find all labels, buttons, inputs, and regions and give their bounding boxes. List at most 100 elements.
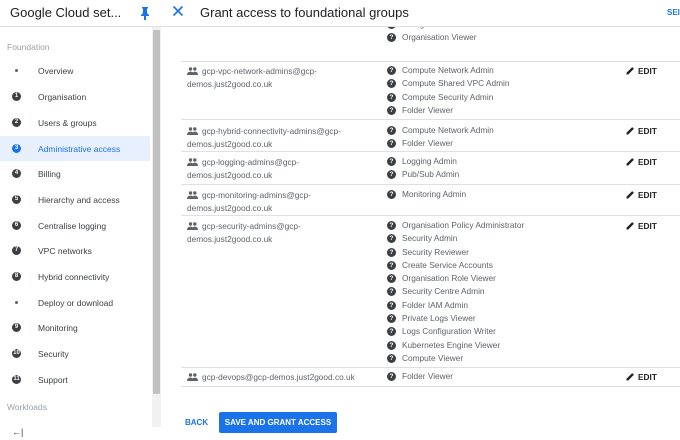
sidebar-item[interactable]: 1 Organisation xyxy=(0,84,150,109)
sidebar-title: Google Cloud set... xyxy=(10,5,122,20)
bullet-icon xyxy=(15,301,18,304)
group-icon xyxy=(187,157,198,166)
sidebar-item[interactable]: 2 Users & groups xyxy=(0,110,150,135)
sidebar-item[interactable]: 7 VPC networks xyxy=(0,238,150,263)
row-divider xyxy=(181,151,680,152)
step-number-badge: 9 xyxy=(12,323,21,332)
role-name: Security Reviewer xyxy=(402,246,469,257)
sidebar-item-label: Security xyxy=(38,348,69,359)
role-item: ? Compute Security Admin xyxy=(387,91,607,104)
role-name: Security Centre Admin xyxy=(402,286,485,297)
sidebar-item[interactable]: 3 Administrative access xyxy=(0,136,150,161)
sidebar-item-label: Hierarchy and access xyxy=(38,194,120,205)
edit-label: EDIT xyxy=(638,221,657,231)
role-item: ? Compute Network Admin xyxy=(387,124,607,137)
edit-button[interactable]: EDIT xyxy=(626,157,657,167)
pencil-icon xyxy=(626,372,638,382)
help-icon[interactable]: ? xyxy=(387,314,396,324)
edit-label: EDIT xyxy=(638,372,657,382)
sidebar-item[interactable]: 6 Centralise logging xyxy=(0,213,150,238)
role-name: Security Admin xyxy=(402,233,458,244)
sidebar-item[interactable]: 5 Hierarchy and access xyxy=(0,187,150,212)
role-name: Organisation Viewer xyxy=(402,32,477,43)
row-divider xyxy=(181,367,680,368)
help-icon[interactable]: ? xyxy=(387,66,396,75)
group-email: gcp-vpc-network-admins@gcp-demos.just2go… xyxy=(187,65,377,91)
sidebar-item[interactable]: Overview xyxy=(0,58,150,83)
sidebar-item-label: Users & groups xyxy=(38,117,97,128)
sidebar-item-label: Deploy or download xyxy=(38,297,114,308)
group-email: gcp-hybrid-connectivity-admins@gcp-demos… xyxy=(187,125,377,151)
edit-button[interactable]: EDIT xyxy=(626,126,657,136)
help-icon[interactable]: ? xyxy=(387,157,396,166)
help-icon[interactable]: ? xyxy=(387,260,396,270)
sidebar-header: Google Cloud set... xyxy=(0,0,161,27)
collapse-sidebar-icon[interactable]: ←| xyxy=(12,427,23,437)
step-number-badge: 3 xyxy=(12,144,21,153)
help-icon[interactable]: ? xyxy=(387,353,396,363)
help-icon[interactable]: ? xyxy=(387,79,396,89)
edit-button[interactable]: EDIT xyxy=(626,372,657,382)
section-foundation: Foundation xyxy=(7,42,50,52)
sidebar-item[interactable]: 10 Security xyxy=(0,341,150,366)
help-icon[interactable]: ? xyxy=(387,340,396,350)
back-button[interactable]: BACK xyxy=(185,418,208,427)
sidebar-item[interactable]: 11 Support xyxy=(0,367,150,392)
sidebar-item-label: Administrative access xyxy=(38,143,121,154)
help-icon[interactable]: ? xyxy=(387,234,396,244)
help-icon[interactable]: ? xyxy=(387,126,396,135)
pin-icon[interactable] xyxy=(139,6,151,20)
role-name: Private Logs Viewer xyxy=(402,313,476,324)
role-name: Compute Network Admin xyxy=(402,65,494,75)
edit-button[interactable]: EDIT xyxy=(626,221,657,231)
section-workloads: Workloads xyxy=(7,402,47,412)
role-item: ? Security Centre Admin xyxy=(387,285,607,298)
role-name: Create Service Accounts xyxy=(402,259,493,270)
role-name: Folder Viewer xyxy=(402,371,454,381)
role-name: Monitoring Admin xyxy=(402,189,467,199)
row-divider xyxy=(181,61,680,62)
role-item: ? Organisation Viewer xyxy=(387,31,607,44)
help-icon[interactable]: ? xyxy=(387,170,396,180)
role-item: ? Folder Viewer xyxy=(387,370,607,383)
role-name: Compute Shared VPC Admin xyxy=(402,78,510,89)
edit-button[interactable]: EDIT xyxy=(626,190,657,200)
sidebar-scrollbar-thumb[interactable] xyxy=(153,30,160,394)
group-icon xyxy=(187,66,198,75)
help-icon[interactable]: ? xyxy=(387,327,396,337)
help-icon[interactable]: ? xyxy=(387,221,396,230)
role-list: ? Organisation Policy Administrator? Secur… xyxy=(387,219,607,365)
role-item: ? Organisation Role Viewer xyxy=(387,272,607,285)
help-icon[interactable]: ? xyxy=(387,247,396,257)
help-icon[interactable]: ? xyxy=(387,139,396,149)
sidebar-item[interactable]: 9 Monitoring xyxy=(0,315,150,340)
sidebar-item-label: Centralise logging xyxy=(38,220,107,231)
sidebar-item[interactable]: 8 Hybrid connectivity xyxy=(0,264,150,289)
step-number-badge: 4 xyxy=(12,169,21,178)
help-icon[interactable]: ? xyxy=(387,372,396,381)
role-item: ? Private Logs Viewer xyxy=(387,312,607,325)
group-email: gcp-devops@gcp-demos.just2good.co.uk xyxy=(187,371,377,384)
sidebar-item[interactable]: Deploy or download xyxy=(0,290,150,315)
help-icon[interactable]: ? xyxy=(387,105,396,115)
sidebar-item-label: Organisation xyxy=(38,91,87,102)
sidebar-item-label: Hybrid connectivity xyxy=(38,271,110,282)
pencil-icon xyxy=(626,126,638,136)
help-icon[interactable]: ? xyxy=(387,274,396,284)
save-and-grant-access-button[interactable]: SAVE AND GRANT ACCESS xyxy=(219,412,337,433)
edit-button[interactable]: EDIT xyxy=(626,66,657,76)
help-icon[interactable]: ? xyxy=(387,287,396,297)
role-list: ? Compute Network Admin? Compute Shared VP… xyxy=(387,64,607,117)
help-icon[interactable]: ? xyxy=(387,190,396,199)
send-button[interactable]: SEI xyxy=(667,8,680,17)
role-item: ? Security Reviewer xyxy=(387,246,607,259)
close-icon[interactable] xyxy=(172,5,184,17)
sidebar-item[interactable]: 4 Billing xyxy=(0,161,150,186)
help-icon[interactable]: ? xyxy=(387,300,396,310)
step-number-badge: 10 xyxy=(12,349,21,358)
role-item: ? Compute Shared VPC Admin xyxy=(387,77,607,90)
role-item: ? Compute Viewer xyxy=(387,352,607,365)
help-icon[interactable]: ? xyxy=(387,33,396,43)
row-divider xyxy=(181,215,680,216)
help-icon[interactable]: ? xyxy=(387,92,396,102)
